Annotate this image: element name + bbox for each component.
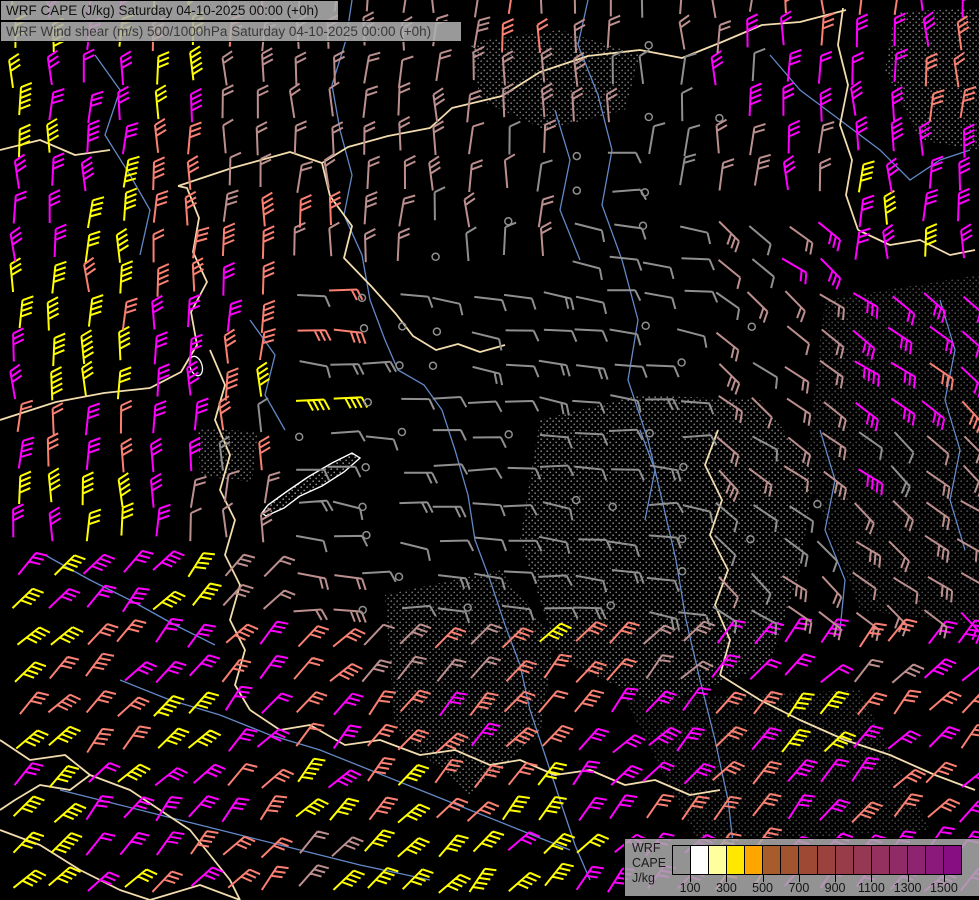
calm-wind-circle <box>398 429 405 436</box>
title-cape-text: WRF CAPE (J/kg) Saturday 04-10-2025 00:0… <box>6 3 319 18</box>
calm-wind-circle <box>573 187 580 194</box>
legend-cell <box>709 846 727 874</box>
stipple-patch <box>625 690 930 845</box>
country-border <box>210 350 250 710</box>
country-border <box>0 740 90 810</box>
legend-cell <box>908 846 926 874</box>
legend-cell <box>890 846 908 874</box>
calm-wind-circle <box>430 362 437 369</box>
calm-wind-circle <box>296 433 303 440</box>
calm-wind-circle <box>396 362 403 369</box>
country-border <box>150 885 240 900</box>
legend-cell <box>836 846 854 874</box>
calm-wind-circle <box>432 253 439 260</box>
legend-cell <box>763 846 781 874</box>
legend-cell <box>926 846 944 874</box>
calm-wind-circle <box>505 431 512 438</box>
calm-wind-circle <box>678 359 685 366</box>
title-bar-windshear: WRF Wind shear (m/s) 500/1000hPa Saturda… <box>0 21 462 42</box>
calm-wind-circle <box>573 153 580 160</box>
legend-label: WRF CAPE J/kg <box>632 841 674 886</box>
title-bar-cape: WRF CAPE (J/kg) Saturday 04-10-2025 00:0… <box>0 0 339 21</box>
legend-cell <box>944 846 961 874</box>
legend-cell <box>781 846 799 874</box>
country-border <box>858 230 975 255</box>
calm-wind-circle <box>645 42 652 49</box>
calm-wind-circle <box>716 115 723 122</box>
country-border <box>322 163 505 352</box>
calm-wind-circle <box>396 573 403 580</box>
legend-tick-label: 1500 <box>922 881 966 895</box>
stipple-patch <box>385 570 555 795</box>
country-border <box>90 775 240 900</box>
calm-wind-circle <box>433 328 440 335</box>
weather-map <box>0 0 979 900</box>
legend-cell <box>854 846 872 874</box>
calm-wind-circle <box>359 503 366 510</box>
legend-cell <box>727 846 745 874</box>
calm-wind-circle <box>748 323 755 330</box>
stipple-patch <box>805 275 979 625</box>
calm-wind-circle <box>363 532 370 539</box>
country-border <box>838 8 858 230</box>
river <box>555 110 580 260</box>
cape-legend: WRF CAPE J/kg 10030050070090011001300150… <box>624 838 979 897</box>
calm-wind-circle <box>645 114 652 121</box>
terrain-stipple-layer <box>198 8 979 845</box>
calm-wind-circle <box>361 325 368 332</box>
legend-label-line1: WRF <box>632 841 674 856</box>
legend-cell <box>872 846 890 874</box>
stipple-patch <box>520 395 815 705</box>
calm-wind-circle <box>642 322 649 329</box>
wrf-map-viewport: WRF CAPE (J/kg) Saturday 04-10-2025 00:0… <box>0 0 979 900</box>
title-windshear-text: WRF Wind shear (m/s) 500/1000hPa Saturda… <box>6 24 431 39</box>
legend-cell <box>818 846 836 874</box>
legend-label-line2: CAPE <box>632 856 674 871</box>
stipple-patch <box>198 428 258 482</box>
legend-cell <box>799 846 817 874</box>
stipple-patch <box>470 30 640 130</box>
calm-wind-circle <box>505 218 512 225</box>
legend-cell <box>673 846 691 874</box>
lake-balaton <box>262 453 360 516</box>
legend-cell <box>745 846 763 874</box>
legend-cell <box>691 846 709 874</box>
legend-colorbar <box>672 845 962 875</box>
country-border <box>0 140 110 155</box>
calm-wind-circle <box>362 464 369 471</box>
